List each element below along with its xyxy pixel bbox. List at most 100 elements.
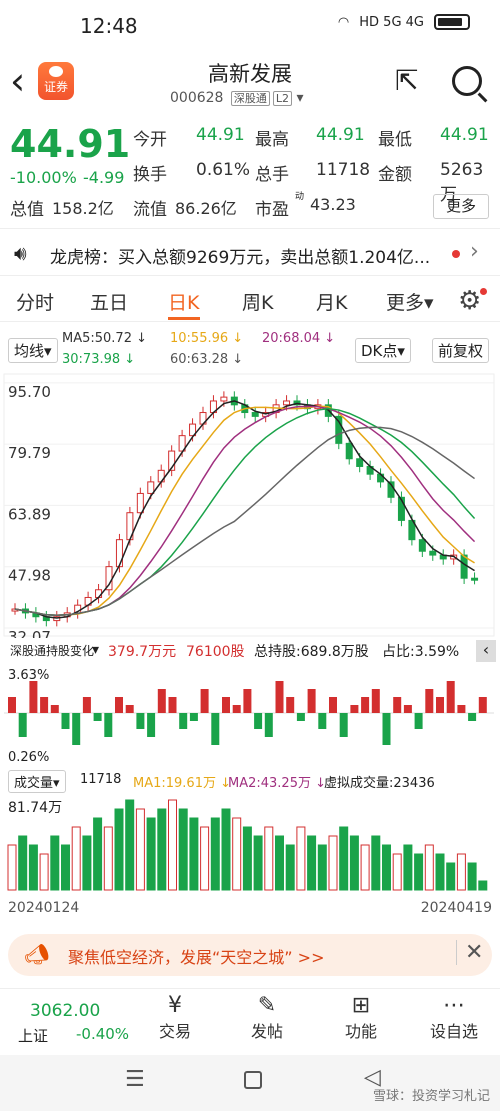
promo-banner[interactable]: 📣︎ 聚焦低空经济，发展“天空之城” >> ✕: [8, 934, 492, 976]
volume-bar: [221, 808, 231, 891]
vol-ma1: MA1:19.61万 ↓: [133, 776, 232, 791]
tab-more[interactable]: 更多▾: [386, 288, 434, 315]
hold-bar: [243, 689, 252, 713]
hold-bar: [425, 689, 434, 713]
quote-value-7: 86.26亿: [175, 199, 237, 218]
candle-body: [429, 550, 437, 556]
y-tick-label: 47.98: [8, 567, 51, 585]
index-value[interactable]: 3062.00: [30, 1001, 100, 1021]
hold-bar: [403, 705, 412, 713]
ma-line: [14, 426, 475, 616]
volume-label: 成交量: [14, 776, 54, 791]
collapse-icon[interactable]: ‹: [476, 640, 496, 662]
volume-bar: [178, 808, 188, 891]
quote-value-6: 158.2亿: [52, 199, 114, 218]
candle-body: [471, 577, 479, 581]
hold-bar: [168, 697, 177, 713]
volume-bar: [264, 826, 274, 891]
status-bar: 12:48 ◠ HD 5G 4G: [0, 0, 500, 50]
quote-label-6: 总值: [10, 200, 44, 220]
adjust-button[interactable]: 前复权: [432, 338, 490, 363]
hold-bar: [414, 713, 423, 729]
nav-post-label: 发帖: [250, 1022, 283, 1041]
volume-bar: [424, 844, 434, 891]
volume-bar: [253, 835, 263, 891]
hold-title: 深股通持股变化: [10, 644, 95, 658]
hold-bar: [393, 697, 402, 713]
volume-bar: [307, 835, 317, 891]
hold-bar: [157, 689, 166, 713]
quote-value-2: 44.91: [440, 125, 489, 145]
volume-select-button[interactable]: 成交量▾: [8, 770, 66, 793]
megaphone-icon: 📣︎: [24, 942, 50, 966]
share-icon[interactable]: ⇱: [395, 66, 418, 96]
tab-weekly-k[interactable]: 周K: [242, 288, 273, 315]
hold-bar: [189, 713, 198, 721]
hold-shares: 76100股: [186, 644, 245, 660]
volume-bar: [360, 844, 370, 891]
hold-bar: [232, 705, 241, 713]
nav-post[interactable]: ✎ 发帖: [242, 993, 292, 1042]
tab-daily-k[interactable]: 日K: [168, 288, 199, 315]
candle-body: [147, 481, 155, 494]
hold-bar: [200, 689, 209, 713]
quote-value-4: 11718: [316, 160, 371, 180]
network-label: HD 5G 4G: [359, 14, 424, 30]
nav-trade[interactable]: ¥ 交易: [150, 993, 200, 1042]
more-button[interactable]: 更多: [433, 194, 489, 219]
hold-bar: [50, 705, 59, 713]
dragon-tiger-bar[interactable]: 🔊︎ 龙虎榜：买入总额9269万元，卖出总额1.204亿... ›: [0, 228, 500, 276]
dk-point-button[interactable]: DK点▾: [355, 338, 411, 363]
stock-code: 000628 深股通 L2 ▾: [170, 90, 304, 106]
candle-body: [283, 400, 291, 406]
nav-function[interactable]: ⊞ 功能: [336, 993, 386, 1042]
menu-icon[interactable]: ☰: [125, 1067, 145, 1092]
close-icon[interactable]: ✕: [456, 940, 483, 965]
ma-select-button[interactable]: 均线▾: [8, 338, 58, 363]
chevron-right-icon: ›: [470, 239, 479, 264]
volume-bar: [189, 817, 199, 891]
nav-watchlist-label: 设自选: [429, 1022, 478, 1041]
volume-bar: [114, 808, 124, 891]
search-icon[interactable]: [452, 66, 482, 96]
volume-bar: [446, 862, 456, 891]
hold-bar: [307, 689, 316, 713]
volume-bar: [210, 817, 220, 891]
gear-icon[interactable]: ⚙: [458, 286, 488, 316]
hold-chart: [4, 681, 494, 745]
nav-function-label: 功能: [344, 1022, 377, 1041]
ma-label: 均线: [14, 342, 45, 360]
ma20-value: 20:68.04: [262, 331, 321, 346]
candle-body: [345, 442, 353, 460]
home-icon[interactable]: [244, 1071, 262, 1089]
y-tick-label: 32.07: [8, 628, 51, 638]
hold-ratio: 占比:3.59%: [382, 644, 460, 660]
kline-chart[interactable]: 95.70 79.79 63.89 47.98 32.07: [0, 370, 500, 638]
tab-intraday[interactable]: 分时: [16, 288, 54, 315]
volume-bar: [168, 799, 177, 891]
volume-bar: [146, 817, 156, 891]
volume-bar: [435, 853, 445, 891]
volume-bar: [339, 826, 349, 891]
hold-bar: [222, 697, 230, 713]
hold-bar: [264, 713, 273, 737]
ma5-label: MA5:50.72 ↓: [62, 331, 148, 346]
hold-bar: [93, 713, 102, 721]
stock-name: 高新发展: [208, 62, 292, 86]
volume-bar: [392, 853, 402, 891]
ma-lines: [14, 400, 476, 619]
grid-icon: ⊞: [351, 993, 371, 1018]
hold-bar: [125, 705, 134, 713]
tab-monthly-k[interactable]: 月K: [316, 288, 347, 315]
vol-ma2-value: MA2:43.25万: [228, 776, 311, 791]
hold-bar: [254, 713, 263, 729]
quote-value-3: 0.61%: [196, 160, 251, 180]
hold-bars: [4, 681, 494, 745]
hold-bar: [275, 681, 284, 713]
volume-bar: [39, 853, 49, 891]
volume-bar: [125, 799, 135, 891]
nav-watchlist[interactable]: ⋯ 设自选: [424, 993, 484, 1042]
tab-five-day[interactable]: 五日: [90, 288, 128, 315]
tab-more-label: 更多: [386, 292, 425, 314]
y-tick-label: 79.79: [8, 444, 51, 462]
